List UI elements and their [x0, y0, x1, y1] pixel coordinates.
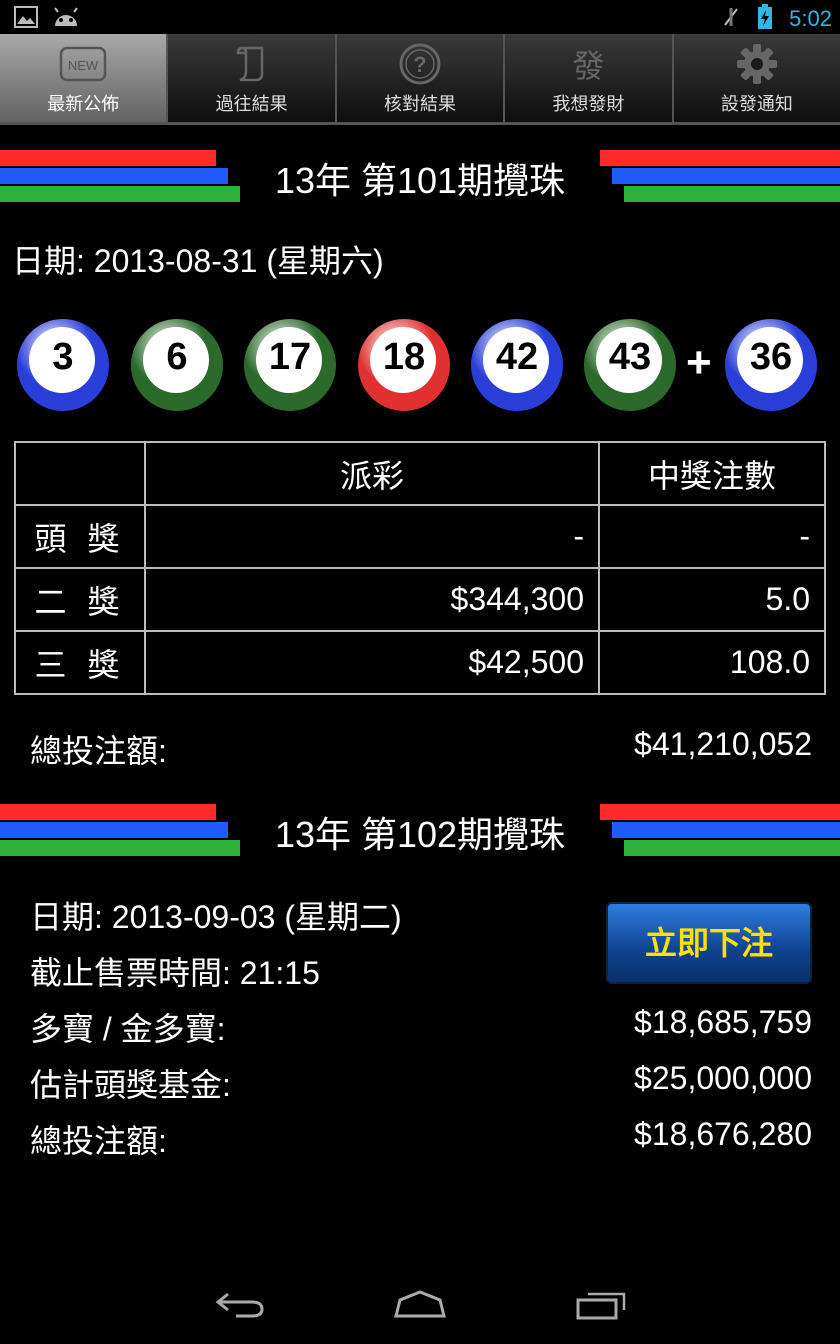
- turnover-value: $41,210,052: [634, 726, 812, 762]
- status-bar: 5:02: [0, 0, 840, 34]
- bet-now-button[interactable]: 立即下注: [606, 902, 812, 984]
- next-draw-header: 13年 第102期攪珠: [0, 802, 840, 860]
- tab-notifications[interactable]: 設發通知: [673, 34, 840, 122]
- scroll-icon: [228, 42, 276, 86]
- table-header-empty: [14, 441, 146, 506]
- table-row: 頭 獎 - -: [14, 504, 826, 569]
- svg-text:NEW: NEW: [68, 58, 99, 73]
- drawn-numbers: 3 6 17 18 42 43 + 36: [0, 318, 840, 414]
- ball-5: 42: [470, 318, 564, 412]
- snowball-label: 多寶 / 金多寶:: [30, 1011, 226, 1047]
- back-icon: [215, 1292, 264, 1318]
- tab-check-results[interactable]: ? 核對結果: [336, 34, 506, 122]
- fa-icon: 發: [572, 47, 605, 85]
- svg-text:?: ?: [413, 52, 426, 77]
- prize-payout: -: [144, 504, 600, 569]
- android-notification-icon: [52, 6, 80, 32]
- no-signal-icon: [721, 5, 741, 33]
- tab-label: 過往結果: [215, 94, 288, 115]
- extra-ball: 36: [724, 318, 818, 412]
- ball-4: 18: [357, 318, 451, 412]
- table-header-winners: 中獎注數: [598, 441, 826, 506]
- new-icon: NEW: [59, 42, 107, 86]
- back-button[interactable]: [214, 1290, 266, 1324]
- snowball-value: $18,685,759: [634, 1004, 812, 1040]
- prize-winners: 108.0: [598, 630, 826, 695]
- ball-3: 17: [243, 318, 337, 412]
- tab-label: 核對結果: [384, 94, 457, 115]
- table-row: 二 獎 $344,300 5.0: [14, 567, 826, 632]
- prize-payout: $42,500: [144, 630, 600, 695]
- turnover-value: $18,676,280: [634, 1116, 812, 1152]
- draw-title: 13年 第102期攪珠: [274, 814, 566, 855]
- navigation-bar: [0, 1264, 840, 1344]
- tab-latest[interactable]: NEW 最新公佈: [0, 34, 169, 122]
- prize-table: 派彩 中獎注數 頭 獎 - - 二 獎 $344,300 5.0 三 獎 $42…: [14, 441, 826, 695]
- draw-title: 13年 第101期攪珠: [274, 160, 566, 201]
- recents-button[interactable]: [576, 1290, 628, 1324]
- tab-get-rich[interactable]: 發 我想發財: [505, 34, 674, 122]
- prize-payout: $344,300: [144, 567, 600, 632]
- clock: 5:02: [789, 6, 832, 31]
- table-row: 三 獎 $42,500 108.0: [14, 630, 826, 695]
- ball-1: 3: [16, 318, 110, 412]
- plus-sign: +: [686, 338, 712, 387]
- date-text: 日期: 2013-09-03 (星期二): [30, 899, 402, 935]
- draw-date: 日期: 2013-08-31 (星期六): [12, 243, 384, 279]
- tab-label: 我想發財: [552, 94, 625, 115]
- jackpot-label: 估計頭獎基金:: [30, 1067, 231, 1103]
- jackpot-value: $25,000,000: [634, 1060, 812, 1096]
- prize-winners: -: [598, 504, 826, 569]
- tab-bar: NEW 最新公佈 過往結果 ? 核對結果 發 我想發財 設發通知: [0, 34, 840, 125]
- prize-name: 三 獎: [14, 630, 146, 695]
- table-header-payout: 派彩: [144, 441, 600, 506]
- home-button[interactable]: [394, 1290, 446, 1324]
- turnover-label: 總投注額:: [30, 733, 167, 769]
- prize-name: 二 獎: [14, 567, 146, 632]
- question-icon: ?: [396, 42, 444, 86]
- image-notification-icon: [14, 6, 38, 32]
- gear-icon: [733, 42, 781, 86]
- battery-charging-icon: [757, 4, 773, 34]
- recents-icon: [576, 1292, 626, 1320]
- turnover-label: 總投注額:: [30, 1123, 167, 1159]
- ball-2: 6: [130, 318, 224, 412]
- table-header-row: 派彩 中獎注數: [14, 441, 826, 506]
- tab-label: 最新公佈: [47, 94, 120, 115]
- tab-label: 設發通知: [720, 94, 793, 115]
- home-icon: [394, 1290, 446, 1318]
- prize-winners: 5.0: [598, 567, 826, 632]
- closing-time-text: 截止售票時間: 21:15: [30, 955, 320, 991]
- prize-name: 頭 獎: [14, 504, 146, 569]
- ball-6: 43: [583, 318, 677, 412]
- tab-past-results[interactable]: 過往結果: [168, 34, 337, 122]
- draw-header: 13年 第101期攪珠: [0, 148, 840, 206]
